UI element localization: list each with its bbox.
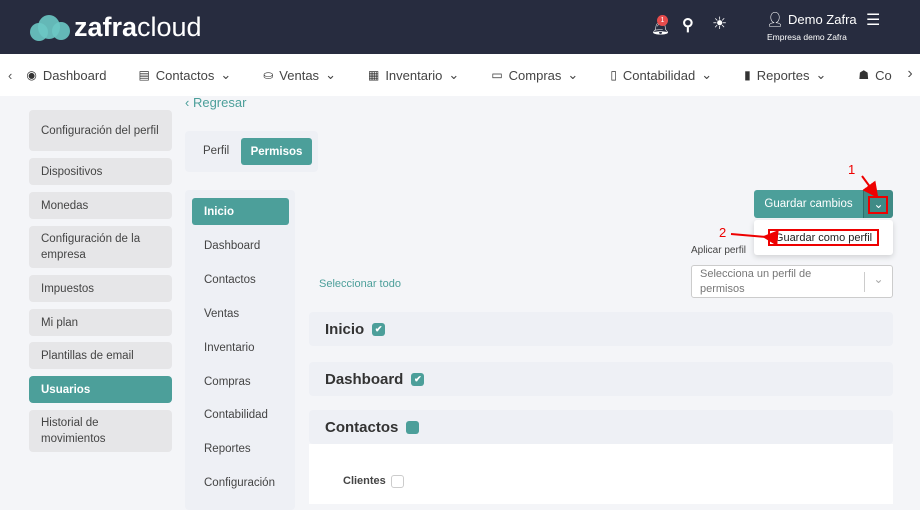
annotation-arrows [730,175,879,246]
annotation-label-1: 1 [848,162,856,177]
annotation-arrow-1 [861,175,879,199]
annotation-label-2: 2 [719,225,727,240]
annotation-arrow-2 [730,230,779,246]
